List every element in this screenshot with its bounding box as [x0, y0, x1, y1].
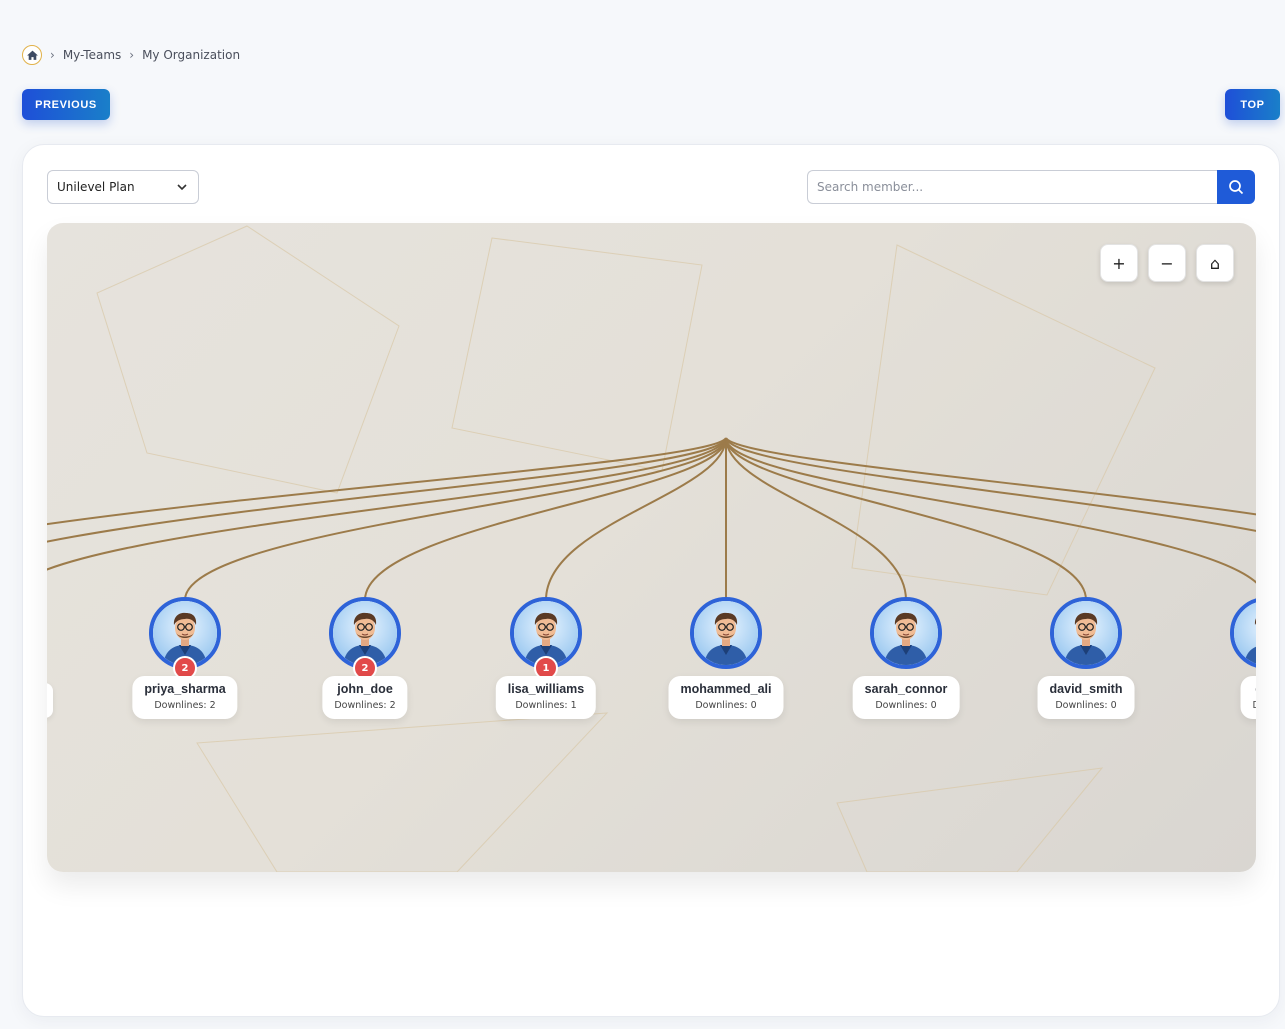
- zoom-out-button[interactable]: −: [1148, 244, 1186, 282]
- member-downlines: Downlines: 2: [334, 700, 396, 711]
- breadcrumb-my-organization: My Organization: [142, 48, 241, 62]
- zoom-controls: + − ⌂: [1100, 244, 1234, 282]
- member-downlines: Down: [1253, 700, 1256, 711]
- member-username: emi: [1253, 682, 1256, 696]
- tree-connectors: [47, 225, 1256, 872]
- member-downlines: Downlines: 0: [875, 700, 937, 711]
- member-downlines: Downlines: 1: [515, 700, 577, 711]
- avatar[interactable]: [1230, 597, 1256, 669]
- member-label: mohammed_ali Downlines: 0: [668, 676, 784, 719]
- member-label: priya_sharma Downlines: 2: [132, 676, 238, 719]
- zoom-in-button[interactable]: +: [1100, 244, 1138, 282]
- member-node[interactable]: 1 lisa_williams Downlines: 1: [481, 597, 611, 727]
- search-button[interactable]: [1217, 170, 1255, 204]
- member-username: sarah_connor: [864, 682, 948, 696]
- search-bar: [807, 170, 1255, 204]
- member-username: mohammed_ali: [680, 682, 772, 696]
- member-node[interactable]: mohammed_ali Downlines: 0: [661, 597, 791, 727]
- member-node[interactable]: david_smith Downlines: 0: [1021, 597, 1151, 727]
- breadcrumb: › My-Teams › My Organization: [22, 44, 240, 66]
- chevron-down-icon: [177, 184, 187, 191]
- avatar[interactable]: [1050, 597, 1122, 669]
- plan-select[interactable]: Unilevel Plan: [47, 170, 199, 204]
- member-node[interactable]: sarah_connor Downlines: 0: [841, 597, 971, 727]
- member-downlines: Downlines: 2: [154, 700, 216, 711]
- avatar[interactable]: [870, 597, 942, 669]
- org-tree-canvas[interactable]: + − ⌂ 2 priya_sharma Downlines: 2 2 john_d: [47, 223, 1256, 872]
- member-node[interactable]: 2 priya_sharma Downlines: 2: [120, 597, 250, 727]
- previous-button[interactable]: PREVIOUS: [22, 89, 110, 120]
- member-username: priya_sharma: [144, 682, 226, 696]
- member-label: john_doe Downlines: 2: [322, 676, 408, 719]
- member-downlines: Downlines: 0: [1055, 700, 1117, 711]
- member-label: david_smith Downlines: 0: [1037, 676, 1135, 719]
- search-icon: [1229, 180, 1244, 195]
- member-label: sarah_connor Downlines: 0: [852, 676, 960, 719]
- member-username: david_smith: [1049, 682, 1123, 696]
- home-icon[interactable]: [22, 45, 42, 65]
- member-downlines: Downlines: 0: [695, 700, 757, 711]
- member-username: lisa_williams: [507, 682, 585, 696]
- breadcrumb-my-teams[interactable]: My-Teams: [63, 48, 121, 62]
- chevron-right-icon: ›: [50, 48, 55, 62]
- top-button[interactable]: TOP: [1225, 89, 1280, 120]
- offscreen-node-left[interactable]: [47, 683, 53, 718]
- avatar[interactable]: [690, 597, 762, 669]
- search-input[interactable]: [807, 170, 1217, 204]
- member-node[interactable]: emi Down: [1201, 597, 1256, 727]
- member-label: lisa_williams Downlines: 1: [495, 676, 597, 719]
- reset-view-button[interactable]: ⌂: [1196, 244, 1234, 282]
- organization-card: Unilevel Plan Search member... + − ⌂ 2 p…: [22, 144, 1280, 1017]
- chevron-right-icon: ›: [129, 48, 135, 62]
- member-label: emi Down: [1240, 676, 1256, 719]
- member-username: john_doe: [337, 682, 393, 696]
- plan-select-value: Unilevel Plan: [57, 180, 135, 194]
- member-node[interactable]: 2 john_doe Downlines: 2: [300, 597, 430, 727]
